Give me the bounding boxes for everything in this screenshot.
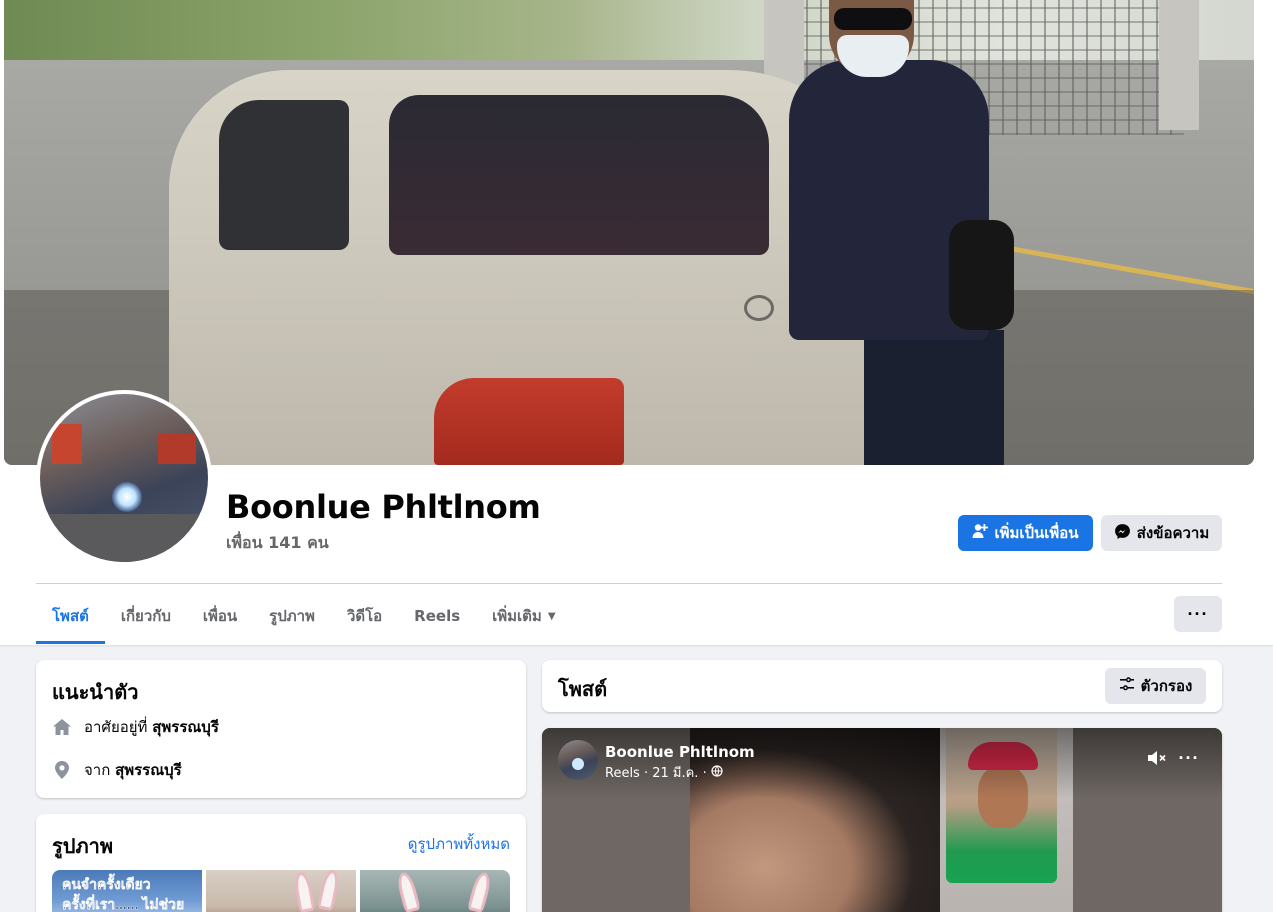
messenger-icon	[1114, 523, 1131, 544]
message-button[interactable]: ส่งข้อความ	[1101, 515, 1222, 551]
tab-photos[interactable]: รูปภาพ	[253, 588, 331, 644]
post-meta: Reels · 21 มี.ค. ·	[605, 762, 723, 783]
tab-friends[interactable]: เพื่อน	[187, 588, 253, 644]
mute-icon[interactable]	[1144, 746, 1168, 770]
caret-down-icon: ▼	[547, 610, 556, 622]
message-label: ส่งข้อความ	[1136, 524, 1210, 542]
profile-avatar[interactable]	[36, 390, 212, 566]
see-all-photos-link[interactable]: ดูรูปภาพทั้งหมด	[408, 832, 510, 856]
profile-more-button[interactable]: ···	[1174, 596, 1222, 632]
filter-button[interactable]: ตัวกรอง	[1105, 668, 1206, 704]
photos-title: รูปภาพ	[52, 834, 114, 858]
intro-title: แนะนำตัว	[52, 680, 139, 704]
profile-name: Boonlue Phltlnom	[226, 488, 541, 526]
tab-videos[interactable]: วิดีโอ	[331, 588, 398, 644]
friends-count[interactable]: เพื่อน 141 คน	[226, 531, 329, 556]
globe-icon	[711, 764, 723, 781]
profile-tabs: โพสต์ เกี่ยวกับ เพื่อน รูปภาพ วิดีโอ Ree…	[36, 588, 572, 644]
tab-about[interactable]: เกี่ยวกับ	[105, 588, 187, 644]
tab-posts[interactable]: โพสต์	[36, 588, 105, 644]
posts-title: โพสต์	[558, 677, 608, 701]
tab-reels[interactable]: Reels	[398, 588, 476, 644]
posts-header-card: โพสต์ ตัวกรอง	[542, 660, 1222, 712]
intro-card: แนะนำตัว อาศัยอยู่ที่ สุพรรณบุรี จาก สุพ…	[36, 660, 526, 798]
add-friend-button[interactable]: เพิ่มเป็นเพื่อน	[958, 515, 1093, 551]
header-divider	[36, 583, 1222, 584]
cover-photo[interactable]	[4, 0, 1254, 465]
location-pin-icon	[52, 760, 72, 780]
post-more-button[interactable]: ···	[1176, 746, 1202, 770]
add-person-icon	[972, 523, 989, 543]
add-friend-label: เพิ่มเป็นเพื่อน	[994, 524, 1079, 542]
reel-post-card[interactable]: Boonlue Phltlnom Reels · 21 มี.ค. · ···	[542, 728, 1222, 912]
lives-in-row: อาศัยอยู่ที่ สุพรรณบุรี	[52, 715, 219, 739]
tab-more[interactable]: เพิ่มเติม ▼	[476, 588, 571, 644]
filter-icon	[1119, 676, 1135, 696]
from-row: จาก สุพรรณบุรี	[52, 758, 182, 782]
photo-thumbnail[interactable]	[360, 870, 510, 912]
photo-thumbnail[interactable]	[206, 870, 356, 912]
home-icon	[52, 717, 72, 737]
post-author-avatar[interactable]	[558, 740, 598, 780]
photo-thumbnail[interactable]: คนจำครั้งเดียว ครั้งที่เรา...... ไม่ช่วย	[52, 870, 202, 912]
photos-card: รูปภาพ ดูรูปภาพทั้งหมด คนจำครั้งเดียว ครั…	[36, 814, 526, 912]
post-author-name[interactable]: Boonlue Phltlnom	[605, 743, 755, 761]
